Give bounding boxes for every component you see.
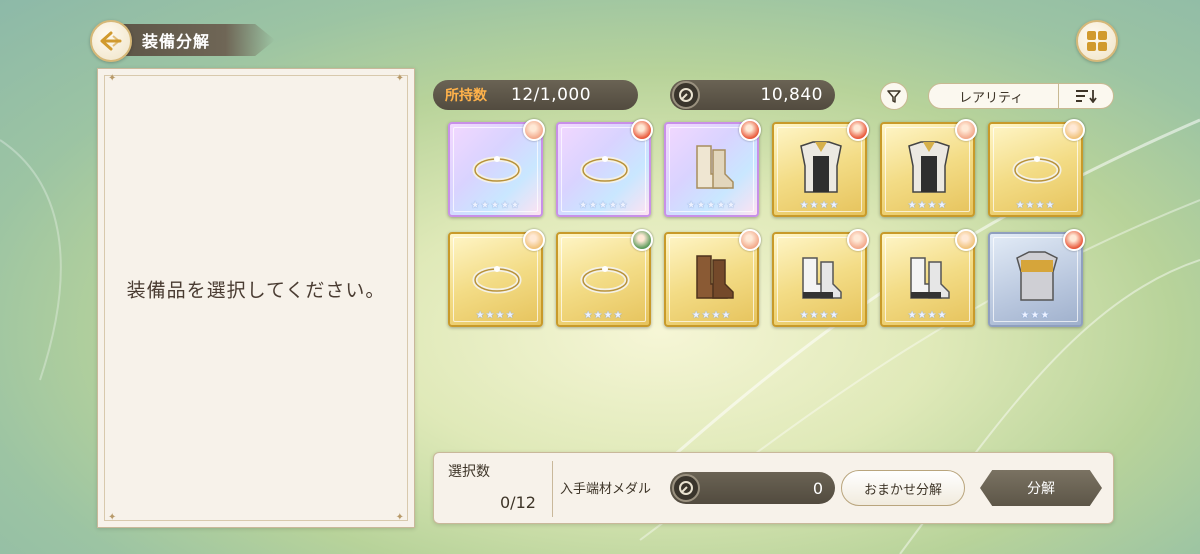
- rarity-stars: ★★★★: [907, 310, 948, 321]
- wrench-medal-icon: [672, 474, 700, 502]
- rarity-stars: ★★★★★: [470, 200, 521, 211]
- auto-decompose-button[interactable]: おまかせ分解: [841, 470, 965, 506]
- ring-icon: [580, 266, 630, 294]
- rarity-stars: ★★★★★: [578, 200, 629, 211]
- rarity-stars: ★★★★★: [686, 200, 737, 211]
- owner-avatar: [955, 229, 977, 251]
- equipment-detail-panel: ✦ ✦ ✦ ✦ 装備品を選択してください。: [97, 68, 415, 528]
- medal-count-value: 10,840: [760, 85, 823, 105]
- boots-icon: [696, 145, 734, 189]
- rarity-stars: ★★★★: [1015, 200, 1056, 211]
- rarity-stars: ★★★★: [799, 310, 840, 321]
- ring-icon: [1012, 156, 1062, 184]
- medal-count-display: 10,840: [670, 80, 835, 110]
- corner-ornament-icon: ✦: [108, 512, 117, 523]
- page-title: 装備分解: [110, 24, 275, 56]
- owner-avatar: [1063, 119, 1085, 141]
- brown-boots-icon: [696, 255, 734, 299]
- owner-avatar: [523, 119, 545, 141]
- equipment-item-ring[interactable]: ★★★★★: [556, 119, 653, 217]
- corner-ornament-icon: ✦: [395, 512, 404, 523]
- sort-order-toggle[interactable]: [1057, 84, 1113, 108]
- obtain-medal-value: 0: [812, 478, 823, 498]
- back-arrow-icon: [100, 31, 122, 51]
- sort-dropdown[interactable]: レアリティ: [928, 83, 1114, 109]
- decompose-panel: 選択数 0/12 入手端材メダル 0 おまかせ分解 分解: [433, 452, 1114, 524]
- ring-icon: [472, 266, 522, 294]
- equipment-item-armor[interactable]: ★★★★: [772, 119, 869, 217]
- ring-icon: [580, 156, 630, 184]
- sort-label: レアリティ: [959, 90, 1024, 106]
- armor-icon: [908, 141, 950, 193]
- owner-avatar: [631, 119, 653, 141]
- rarity-stars: ★★★★: [799, 200, 840, 211]
- equipment-item-brown-boots[interactable]: ★★★★: [664, 229, 761, 327]
- owner-avatar: [847, 229, 869, 251]
- grid-view-icon: [1087, 31, 1107, 51]
- rarity-stars: ★★★★: [583, 310, 624, 321]
- owner-avatar: [631, 229, 653, 251]
- corner-ornament-icon: ✦: [108, 73, 117, 84]
- owner-avatar: [1063, 229, 1085, 251]
- armor-icon: [800, 141, 842, 193]
- selected-count-label: 選択数: [448, 464, 490, 480]
- owned-count-value: 12/1,000: [511, 85, 592, 105]
- grid-view-button[interactable]: [1076, 20, 1118, 62]
- equipment-item-boots[interactable]: ★★★★★: [664, 119, 761, 217]
- select-prompt: 装備品を選択してください。: [126, 279, 386, 302]
- filter-button[interactable]: [880, 82, 908, 110]
- owned-count-display: 所持数 12/1,000: [433, 80, 638, 110]
- white-boots-icon: [910, 257, 950, 299]
- decompose-button[interactable]: 分解: [980, 470, 1102, 506]
- ring-icon: [472, 156, 522, 184]
- equipment-item-white-boots[interactable]: ★★★★: [772, 229, 869, 327]
- back-button[interactable]: [90, 20, 132, 62]
- selected-count-value: 0/12: [500, 493, 536, 512]
- owner-avatar: [739, 229, 761, 251]
- equipment-item-white-boots[interactable]: ★★★★: [880, 229, 977, 327]
- owner-avatar: [739, 119, 761, 141]
- rarity-stars: ★★★★: [691, 310, 732, 321]
- divider: [552, 461, 553, 517]
- corner-ornament-icon: ✦: [395, 73, 404, 84]
- obtain-medal-display: 0: [670, 472, 835, 504]
- equipment-item-armor[interactable]: ★★★★: [880, 119, 977, 217]
- rarity-stars: ★★★★: [475, 310, 516, 321]
- owned-count-label: 所持数: [445, 88, 487, 104]
- filter-icon: [887, 90, 901, 103]
- owner-avatar: [523, 229, 545, 251]
- equipment-item-ring[interactable]: ★★★★: [556, 229, 653, 327]
- white-boots-icon: [802, 257, 842, 299]
- chestplate-icon: [1016, 251, 1058, 301]
- equipment-item-ring[interactable]: ★★★★★: [448, 119, 545, 217]
- wrench-medal-icon: [672, 81, 700, 109]
- sort-order-icon: [1075, 90, 1097, 103]
- owner-avatar: [955, 119, 977, 141]
- owner-avatar: [847, 119, 869, 141]
- equipment-item-chestplate[interactable]: ★★★: [988, 229, 1085, 327]
- rarity-stars: ★★★: [1020, 310, 1051, 321]
- equipment-item-ring[interactable]: ★★★★: [448, 229, 545, 327]
- rarity-stars: ★★★★: [907, 200, 948, 211]
- equipment-item-ring[interactable]: ★★★★: [988, 119, 1085, 217]
- obtain-medal-label: 入手端材メダル: [560, 482, 652, 497]
